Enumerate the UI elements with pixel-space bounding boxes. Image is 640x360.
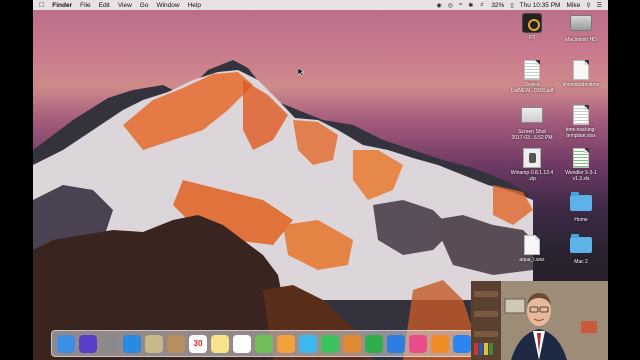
menu-bar:  Finder File Edit View Go Window Help ◉… (33, 0, 608, 10)
battery-icon[interactable]: ▯ (510, 2, 513, 9)
facetime-icon[interactable] (321, 334, 339, 353)
menu-view[interactable]: View (118, 2, 132, 9)
menu-file[interactable]: File (80, 2, 90, 9)
desktop-screen:  Finder File Edit View Go Window Help ◉… (33, 0, 608, 360)
menu-user[interactable]: Mike (566, 2, 580, 9)
mail-icon[interactable] (145, 334, 163, 353)
volume-icon[interactable]: ♬ (479, 2, 485, 8)
pages-icon[interactable] (343, 334, 361, 353)
keynote-icon[interactable] (387, 334, 405, 353)
desktop-icon-label: Mac 2 (574, 259, 588, 265)
document-icon (573, 60, 589, 80)
menu-window[interactable]: Window (156, 2, 179, 9)
battery-percent[interactable]: 32% (491, 2, 504, 9)
wifi-icon[interactable]: ≈ (459, 2, 462, 8)
launchpad-icon[interactable] (101, 334, 119, 353)
status-icon-2[interactable]: ◎ (448, 2, 453, 9)
desktop-icon-aqua-wsz[interactable]: aqua_t.wsz (509, 235, 555, 263)
hard-disk-icon (570, 15, 592, 31)
photos-icon[interactable] (277, 334, 295, 353)
app-store-icon[interactable] (453, 334, 471, 353)
document-icon (524, 235, 540, 255)
reminders-icon[interactable] (233, 334, 251, 353)
zip-archive-icon (523, 148, 541, 168)
desktop-icon-wendler[interactable]: Wendler 5-3-1 v1.3.xls (558, 148, 604, 182)
maps-icon[interactable] (255, 334, 273, 353)
notification-center-icon[interactable]: ☰ (597, 2, 602, 9)
desktop-icon-label: Home (574, 217, 588, 223)
itunes-icon[interactable] (409, 334, 427, 353)
desktop-icon-label: Winamp-0.8.1.13.4 .zip (510, 170, 554, 182)
desktop-icon-home-folder[interactable]: Home (558, 192, 604, 223)
apple-icon[interactable]:  (39, 2, 44, 9)
desktop-icon-label: Macintosh HD (565, 37, 597, 43)
contacts-icon[interactable] (167, 334, 185, 353)
safari-icon[interactable] (123, 334, 141, 353)
desktop-icon-label: Device ListNEW...0316.pdf (510, 82, 554, 94)
desktop-icon-p2[interactable]: P2 (509, 13, 555, 41)
finder-icon[interactable] (57, 334, 75, 353)
desktop-icon-label: time-tracking- template.xlsx (565, 127, 597, 139)
desktop-icon-mac-2[interactable]: Mac 2 (558, 234, 604, 265)
presenter-video-icon (471, 281, 608, 360)
messages-icon[interactable] (299, 334, 317, 353)
ibooks-icon[interactable] (431, 334, 449, 353)
calendar-date-text: 30 (193, 339, 203, 348)
desktop-icon-device-list[interactable]: Device ListNEW...0316.pdf (509, 60, 555, 94)
desktop-icon-winamp[interactable]: Winamp-0.8.1.13.4 .zip (509, 148, 555, 182)
calendar-icon[interactable]: 30 (189, 334, 207, 353)
menu-clock[interactable]: Thu 10:35 PM (520, 2, 561, 9)
menu-edit[interactable]: Edit (99, 2, 110, 9)
siri-icon[interactable] (79, 334, 97, 353)
pdf-document-icon (524, 60, 540, 80)
folder-icon (570, 234, 592, 253)
status-icon[interactable]: ◉ (436, 2, 441, 9)
spotlight-search-icon[interactable]: ⚲ (586, 2, 590, 9)
notes-icon[interactable] (211, 334, 229, 353)
desktop-icon-label: Wendler 5-3-1 v1.3.xls (565, 170, 597, 182)
desktop-icon-label: sheetstudentime (562, 82, 600, 88)
menu-help[interactable]: Help (188, 2, 201, 9)
spreadsheet-icon (573, 148, 589, 168)
desktop-icon-time-tracking[interactable]: time-tracking- template.xlsx (558, 105, 604, 139)
screenshot-icon (521, 107, 543, 123)
dock: 30 (51, 330, 491, 357)
desktop-icon-label: P2 (528, 35, 536, 41)
p2-app-icon (522, 13, 542, 33)
desktop-icon-sheetstudentime[interactable]: sheetstudentime (558, 60, 604, 88)
menu-go[interactable]: Go (140, 2, 149, 9)
desktop-icon-label: Screen Shot 2017-03...6.52 PM (511, 129, 553, 141)
webcam-overlay (471, 281, 608, 360)
folder-icon (570, 192, 592, 211)
menu-app-name[interactable]: Finder (52, 2, 72, 9)
desktop-icon-macintosh-hd[interactable]: Macintosh HD (558, 13, 604, 43)
spreadsheet-icon (573, 105, 589, 125)
desktop-icon-screen-shot[interactable]: Screen Shot 2017-03...6.52 PM (509, 105, 555, 141)
bluetooth-icon[interactable]: ✱ (468, 2, 473, 9)
numbers-icon[interactable] (365, 334, 383, 353)
desktop-icon-label: aqua_t.wsz (519, 257, 545, 263)
mouse-cursor-icon (298, 68, 304, 76)
menu-extras: ◉ ◎ ≈ ✱ ♬ 32% ▯ Thu 10:35 PM Mike ⚲ ☰ (436, 2, 602, 9)
